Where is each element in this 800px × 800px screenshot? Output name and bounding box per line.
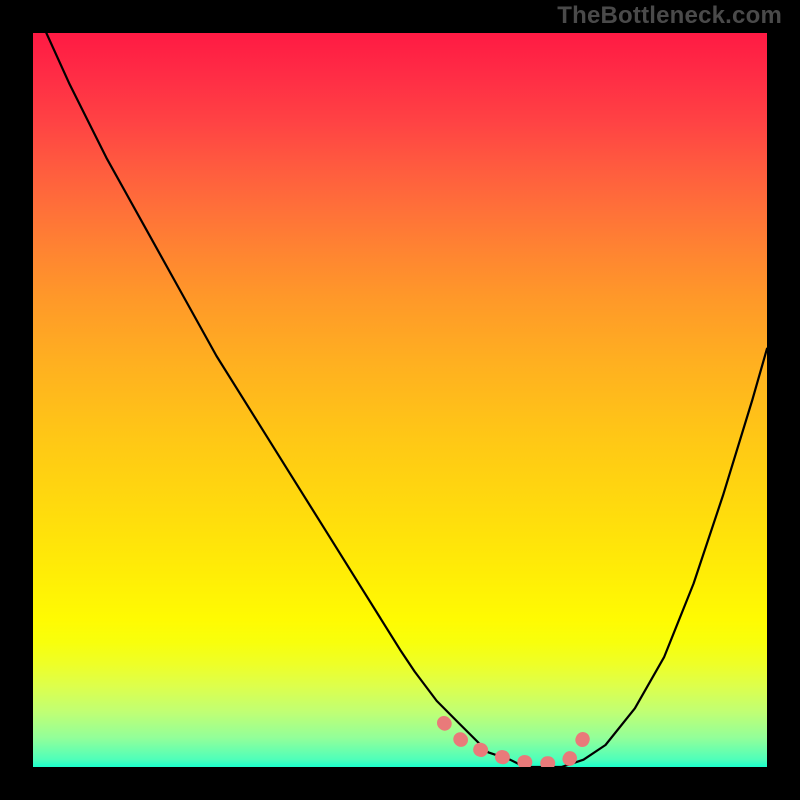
plot-area (33, 33, 767, 767)
chart-container: TheBottleneck.com (0, 0, 800, 800)
watermark-label: TheBottleneck.com (557, 2, 782, 30)
gradient-background (33, 33, 767, 767)
